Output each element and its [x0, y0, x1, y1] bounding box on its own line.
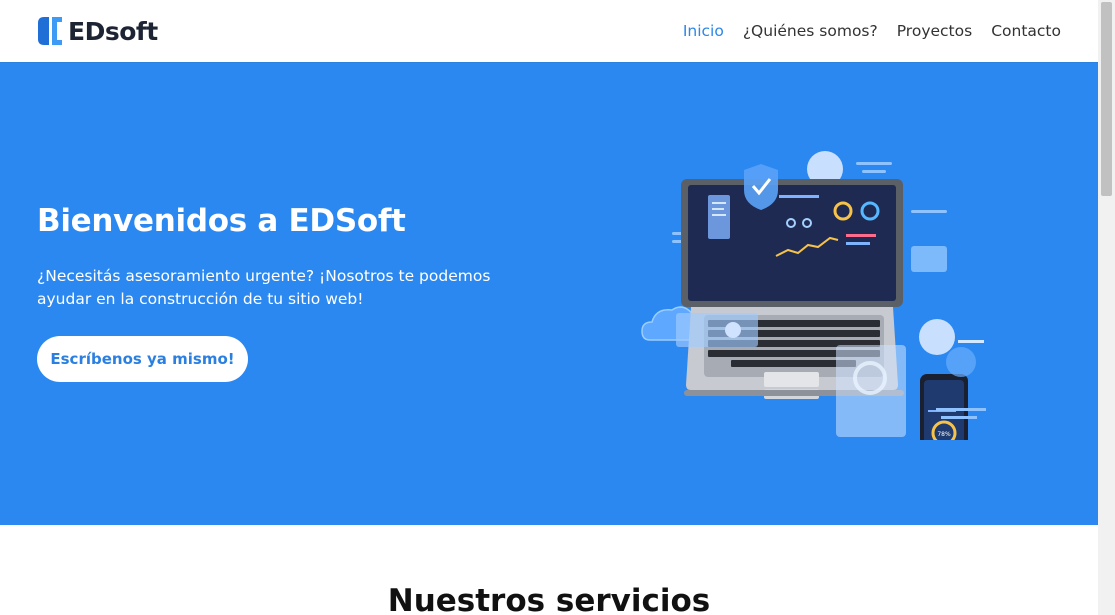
laptop-phone-illustration-icon: 78%: [641, 151, 986, 440]
scrollbar-thumb[interactable]: [1101, 2, 1112, 196]
phone-gauge-label: 78%: [937, 431, 951, 438]
logo-link[interactable]: EDsoft: [37, 14, 158, 48]
page-scrollbar[interactable]: [1098, 0, 1115, 615]
hero-section: Bienvenidos a EDSoft ¿Necesitás asesoram…: [0, 62, 1098, 525]
edsoft-logo-icon: [38, 17, 62, 45]
page: EDsoft Inicio ¿Quiénes somos? Proyectos …: [0, 0, 1098, 615]
logo-text: EDsoft: [68, 16, 158, 46]
hero-subtitle: ¿Necesitás asesoramiento urgente? ¡Nosot…: [37, 267, 491, 308]
nav-item-proyectos[interactable]: Proyectos: [897, 22, 972, 40]
contact-cta-button[interactable]: Escríbenos ya mismo!: [37, 336, 248, 382]
nav-item-inicio[interactable]: Inicio: [683, 22, 724, 40]
hero-title: Bienvenidos a EDSoft: [37, 203, 406, 239]
services-section-title: Nuestros servicios: [387, 583, 711, 615]
main-nav: Inicio ¿Quiénes somos? Proyectos Contact…: [664, 0, 1061, 62]
nav-item-quienes-somos[interactable]: ¿Quiénes somos?: [743, 22, 878, 40]
nav-item-contacto[interactable]: Contacto: [991, 22, 1061, 40]
site-header: EDsoft Inicio ¿Quiénes somos? Proyectos …: [0, 0, 1098, 62]
